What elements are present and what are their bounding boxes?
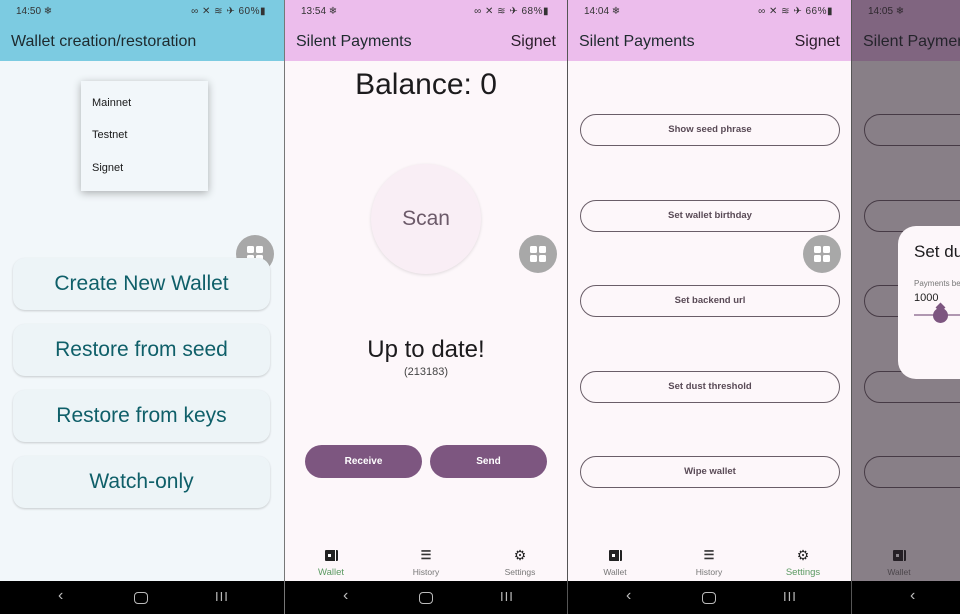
status-icons: ∞ ✕ ≋ ✈ 66%▮: [758, 6, 833, 17]
app-bar: Wallet creation/restoration: [0, 24, 284, 61]
page-title: Wallet creation/restoration: [11, 33, 197, 50]
back-icon[interactable]: ‹: [910, 587, 915, 605]
nav-tab-settings[interactable]: ⚙ Settings: [768, 540, 838, 579]
gear-icon: ⚙: [796, 546, 810, 563]
status-time: 14:04 ❄: [584, 6, 621, 17]
nav-tab-label: History: [695, 567, 723, 577]
page-title: Silent Payments: [296, 33, 412, 50]
nav-tab-settings[interactable]: ⚙ Settings: [485, 540, 555, 578]
restore-from-keys-button[interactable]: Restore from keys: [13, 390, 270, 442]
system-nav-bar: ‹ III: [0, 581, 284, 614]
recents-icon[interactable]: III: [783, 589, 797, 604]
status-time: 14:50 ❄: [16, 6, 53, 17]
dust-threshold-dialog: Set du Payments be 1000: [898, 226, 960, 379]
menu-item-signet[interactable]: Signet: [81, 147, 208, 180]
balance-label: Balance: 0: [355, 68, 497, 101]
home-icon[interactable]: [419, 592, 433, 604]
status-icons: ∞ ✕ ≋ ✈ 68%▮: [474, 6, 549, 17]
nav-tab-label: History: [412, 567, 440, 577]
restore-from-seed-button[interactable]: Restore from seed: [13, 324, 270, 376]
status-time: 13:54 ❄: [301, 6, 338, 17]
status-bar: 14:50 ❄ ∞ ✕ ≋ ✈ 60%▮: [0, 0, 284, 24]
nav-tab-label: Wallet: [317, 567, 345, 578]
assistant-menu-icon[interactable]: [519, 235, 557, 273]
back-icon[interactable]: ‹: [343, 587, 348, 605]
set-backend-url-button[interactable]: Set backend url: [580, 285, 840, 317]
status-icons: ∞ ✕ ≋ ✈ 60%▮: [191, 6, 266, 17]
back-icon[interactable]: ‹: [58, 587, 63, 605]
watch-only-button[interactable]: Watch-only: [13, 456, 270, 508]
settings-screen: 14:04 ❄ ∞ ✕ ≋ ✈ 66%▮ Silent Payments Sig…: [567, 0, 851, 614]
status-bar: 14:04 ❄ ∞ ✕ ≋ ✈ 66%▮: [568, 0, 851, 24]
network-label: Signet: [510, 33, 556, 50]
nav-tab-wallet[interactable]: Wallet: [296, 540, 366, 578]
bottom-navigation: Wallet ☰ History ⚙ Settings: [568, 540, 851, 581]
create-new-wallet-button[interactable]: Create New Wallet: [13, 258, 270, 310]
slider-value: 1000: [914, 292, 939, 304]
back-icon[interactable]: ‹: [626, 587, 631, 605]
wallet-icon: [608, 549, 622, 561]
nav-tab-label: Settings: [785, 567, 821, 578]
set-dust-threshold-button[interactable]: Set dust threshold: [580, 371, 840, 403]
nav-tab-wallet[interactable]: Wallet: [580, 540, 650, 577]
network-dropdown-menu: Mainnet Testnet Signet: [81, 81, 208, 191]
show-seed-phrase-button[interactable]: Show seed phrase: [580, 114, 840, 146]
wipe-wallet-button[interactable]: Wipe wallet: [580, 456, 840, 488]
receive-button[interactable]: Receive: [305, 445, 422, 478]
system-nav-bar: ‹ III: [285, 581, 567, 614]
menu-item-testnet[interactable]: Testnet: [81, 114, 208, 147]
network-label: Signet: [794, 33, 840, 50]
dialog-title: Set du: [914, 242, 960, 261]
slider-label: Payments be: [914, 279, 960, 288]
nav-tab-history[interactable]: ☰ History: [674, 540, 744, 577]
slider-thumb[interactable]: [933, 308, 948, 323]
send-button[interactable]: Send: [430, 445, 547, 478]
home-icon[interactable]: [134, 592, 148, 604]
recents-icon[interactable]: III: [215, 589, 229, 604]
assistant-menu-icon[interactable]: [803, 235, 841, 273]
history-icon: ☰: [703, 548, 715, 562]
nav-tab-label: Settings: [504, 567, 536, 577]
sync-status: Up to date!: [367, 336, 485, 363]
app-bar: Silent Payments Signet: [568, 24, 851, 61]
scan-button[interactable]: Scan: [371, 164, 481, 274]
nav-tab-label: Wallet: [603, 567, 627, 577]
home-icon[interactable]: [702, 592, 716, 604]
dust-threshold-dialog-screen: 14:05 ❄ Silent Payments Sh Se Se Se Wall…: [851, 0, 960, 614]
app-bar: Silent Payments Signet: [285, 24, 567, 61]
wallet-screen: 13:54 ❄ ∞ ✕ ≋ ✈ 68%▮ Silent Payments Sig…: [284, 0, 567, 614]
menu-item-mainnet[interactable]: Mainnet: [81, 81, 208, 114]
bottom-navigation: Wallet ☰ History ⚙ Settings: [285, 540, 567, 581]
set-wallet-birthday-button[interactable]: Set wallet birthday: [580, 200, 840, 232]
page-title: Silent Payments: [579, 33, 695, 50]
nav-tab-history[interactable]: ☰ History: [391, 540, 461, 577]
system-nav-bar: ‹ III: [568, 581, 851, 614]
system-nav-bar: ‹: [852, 581, 960, 614]
status-bar: 13:54 ❄ ∞ ✕ ≋ ✈ 68%▮: [285, 0, 567, 24]
block-height: (213183): [403, 366, 449, 378]
recents-icon[interactable]: III: [500, 589, 514, 604]
history-icon: ☰: [420, 548, 432, 562]
wallet-creation-screen: 14:50 ❄ ∞ ✕ ≋ ✈ 60%▮ Wallet creation/res…: [0, 0, 284, 614]
gear-icon: ⚙: [513, 546, 527, 563]
wallet-icon: [324, 549, 338, 561]
